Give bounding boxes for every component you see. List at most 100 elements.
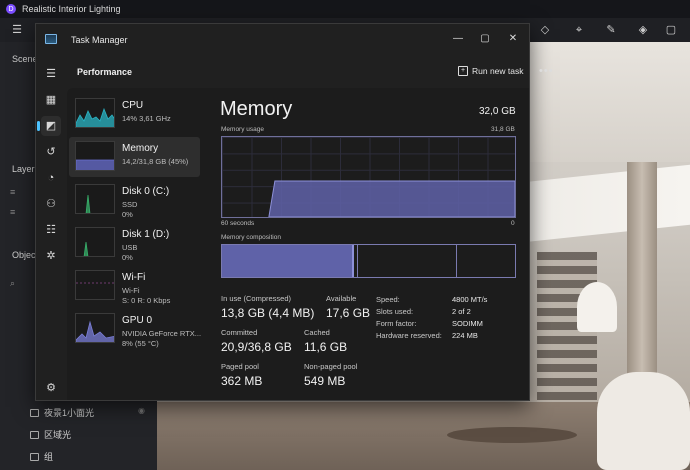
perf-item-detail: 0%	[122, 253, 133, 262]
group-icon	[30, 452, 39, 461]
memory-composition-label: Memory composition	[221, 234, 281, 241]
perf-thumbnail-graph	[75, 184, 115, 214]
perf-item-detail: Wi-Fi	[122, 286, 140, 295]
memory-usage-graph	[221, 136, 516, 218]
perf-item-wi-fi[interactable]: Wi-Fi Wi-Fi S: 0 R: 0 Kbps	[69, 266, 200, 306]
perf-item-name: Disk 0 (C:)	[122, 186, 170, 197]
perf-item-disk-1-d[interactable]: Disk 1 (D:) USB 0%	[69, 223, 200, 263]
memory-total: 32,0 GB	[479, 106, 516, 117]
stat-value: 549 MB	[304, 374, 346, 388]
paint-tool-icon[interactable]: ✎	[604, 23, 618, 37]
memory-composition-bar	[221, 244, 516, 278]
spec-value: 2 of 2	[452, 307, 471, 316]
perf-item-cpu[interactable]: CPU 14% 3,61 GHz	[69, 94, 200, 134]
spec-label: Form factor:	[376, 319, 417, 328]
app-history-icon[interactable]: ↺	[41, 142, 61, 162]
users-icon[interactable]: ⚇	[41, 194, 61, 214]
perf-item-name: Wi-Fi	[122, 272, 146, 283]
stat-label: Non-paged pool	[304, 362, 358, 371]
processes-icon[interactable]: ▦	[41, 90, 61, 110]
perf-item-detail: 14,2/31,8 GB (45%)	[122, 157, 189, 166]
task-manager-window: Task Manager — ▢ ✕ ☰ ▦ ◩ ↺ ◔ ⚇ ☷ ✲ ⚙ Per…	[35, 23, 553, 401]
stat-value: 17,6 GB	[326, 306, 371, 320]
tm-title: Task Manager	[71, 35, 128, 45]
scene-lamp	[577, 282, 617, 332]
scene-chair	[597, 372, 690, 470]
perf-thumbnail-graph	[75, 227, 115, 257]
perf-item-detail: S: 0 R: 0 Kbps	[122, 296, 171, 305]
run-new-task-button[interactable]: + Run new task	[458, 66, 524, 76]
more-options-button[interactable]: •••	[539, 65, 554, 77]
scene-label: Scene	[12, 54, 38, 64]
memory-usage-max: 31,8 GB	[491, 126, 515, 133]
perf-list: CPU 14% 3,61 GHz Memory 14,2/31,8 GB (45%) D…	[67, 94, 232, 394]
list-item-label: 夜景1小面光	[44, 408, 95, 418]
memory-usage-label: Memory usage	[221, 126, 264, 133]
perf-item-gpu-0[interactable]: GPU 0 NVIDIA GeForce RTX... 8% (55 °C)	[69, 309, 202, 349]
in-use-segment	[222, 245, 354, 277]
settings-icon[interactable]: ⚙	[41, 378, 61, 398]
light-icon	[30, 430, 39, 439]
close-button[interactable]: ✕	[503, 30, 523, 48]
light-tool-icon[interactable]: ⌖	[572, 23, 586, 37]
objects-label: Objec	[12, 250, 36, 260]
stat-value: 13,8 GB (4,4 MB)	[221, 306, 315, 320]
list-item[interactable]: 区域光	[30, 428, 71, 441]
layer-icon[interactable]: ≡	[10, 187, 15, 197]
minimize-button[interactable]: —	[448, 30, 468, 48]
performance-panel: CPU 14% 3,61 GHz Memory 14,2/31,8 GB (45%) D…	[67, 88, 529, 400]
app-titlebar: D Realistic Interior Lighting	[0, 0, 690, 18]
perf-item-detail: 8% (55 °C)	[122, 339, 159, 348]
perf-item-name: GPU 0	[122, 315, 153, 326]
menu-icon[interactable]: ☰	[10, 23, 24, 37]
memory-usage-area	[268, 180, 516, 218]
perf-item-name: CPU	[122, 100, 144, 111]
app-window: D Realistic Interior Lighting ☰ ◇ ⌖ ✎ ◈ …	[0, 0, 690, 470]
spec-value: 224 MB	[452, 331, 478, 340]
stat-value: 20,9/36,8 GB	[221, 340, 292, 354]
stat-label: Paged pool	[221, 362, 259, 371]
layer-icon-2[interactable]: ≡	[10, 207, 15, 217]
layers-tool-icon[interactable]: ◈	[636, 23, 650, 37]
run-new-task-label: Run new task	[472, 66, 524, 76]
hamburger-icon[interactable]: ☰	[41, 64, 61, 84]
startup-icon[interactable]: ◔	[41, 168, 61, 188]
list-item[interactable]: 组	[30, 450, 53, 463]
visibility-icon[interactable]: ◉	[138, 406, 145, 415]
list-item-label: 区域光	[44, 430, 72, 440]
scene-table	[447, 427, 577, 443]
perf-item-detail: 0%	[122, 210, 133, 219]
spec-label: Slots used:	[376, 307, 414, 316]
spec-value: 4800 MT/s	[452, 295, 488, 304]
memory-heading: Memory	[220, 98, 293, 120]
perf-item-detail: 14% 3,61 GHz	[122, 114, 171, 123]
perf-item-memory[interactable]: Memory 14,2/31,8 GB (45%)	[69, 137, 200, 177]
services-icon[interactable]: ✲	[41, 246, 61, 266]
perf-item-name: Memory	[122, 143, 159, 154]
stat-label: Cached	[304, 328, 330, 337]
composition-divider	[456, 245, 458, 277]
perf-item-detail: USB	[122, 243, 138, 252]
app-title: Realistic Interior Lighting	[22, 4, 121, 14]
tool-icon[interactable]: ◇	[538, 23, 552, 37]
perf-thumbnail-graph	[75, 270, 115, 300]
run-task-icon: +	[458, 66, 468, 76]
spec-value: SODIMM	[452, 319, 483, 328]
view-tool-icon[interactable]: ▢	[664, 23, 678, 37]
stat-label: In use (Compressed)	[221, 294, 292, 303]
list-item[interactable]: 夜景1小面光	[30, 406, 94, 419]
perf-thumbnail-graph	[75, 98, 115, 128]
details-icon[interactable]: ☷	[41, 220, 61, 240]
performance-icon[interactable]: ◩	[37, 116, 61, 136]
list-item-label: 组	[44, 452, 54, 462]
perf-thumbnail-graph	[75, 141, 115, 171]
search-icon[interactable]: ⌕	[10, 278, 15, 289]
perf-item-detail: NVIDIA GeForce RTX...	[122, 329, 202, 338]
page-title: Performance	[77, 67, 133, 77]
composition-divider	[356, 245, 358, 277]
maximize-button[interactable]: ▢	[475, 30, 495, 48]
tm-titlebar[interactable]: Task Manager — ▢ ✕	[36, 24, 529, 56]
perf-item-disk-0-c[interactable]: Disk 0 (C:) SSD 0%	[69, 180, 200, 220]
time-axis-end: 0	[511, 220, 515, 227]
app-logo: D	[6, 4, 16, 14]
